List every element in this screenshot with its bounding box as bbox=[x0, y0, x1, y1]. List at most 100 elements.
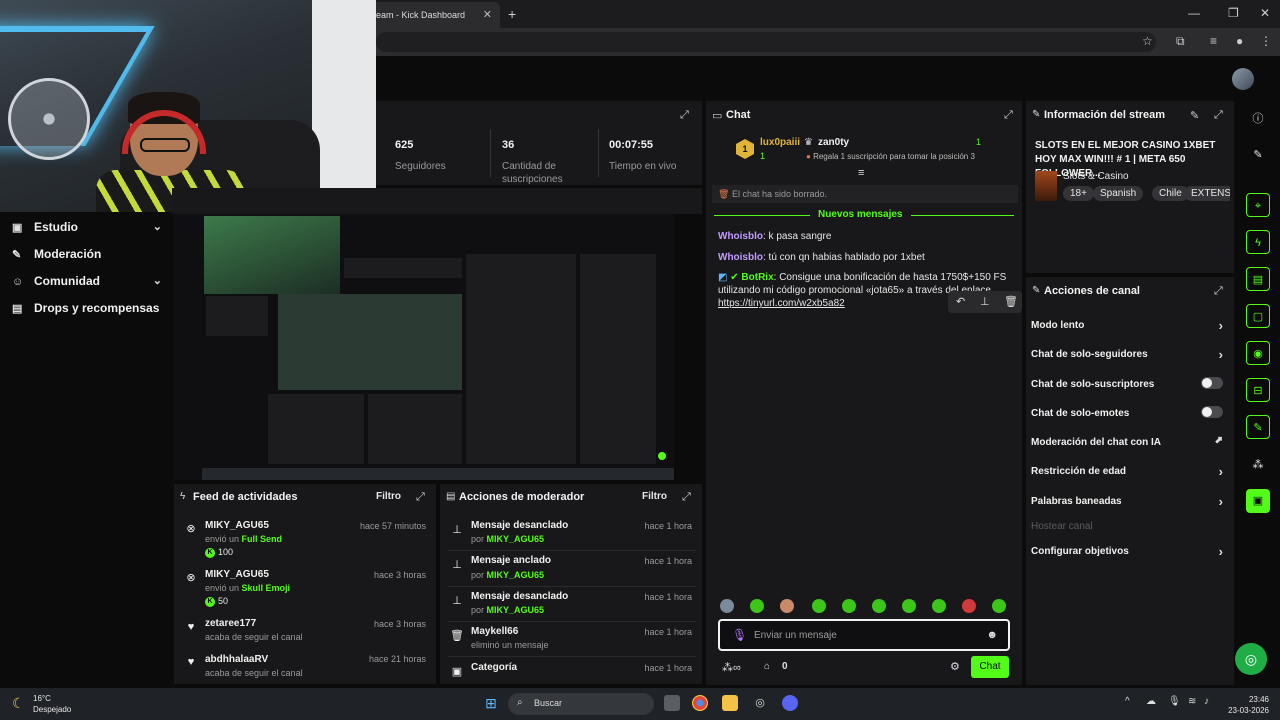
emote-icon[interactable] bbox=[872, 599, 886, 613]
action-configure-goals[interactable]: Configurar objetivos › bbox=[1031, 544, 1229, 559]
action-ai-moderation[interactable]: Moderación del chat con IA ⬈ bbox=[1031, 435, 1229, 448]
mic-icon[interactable]: 🎙 bbox=[732, 628, 747, 642]
filter-button[interactable]: Filtro bbox=[376, 491, 401, 502]
points-infinity-icon[interactable]: ⁂∞ bbox=[722, 661, 741, 674]
emote-icon[interactable] bbox=[842, 599, 856, 613]
task-view-icon[interactable] bbox=[664, 695, 680, 711]
feed-user[interactable]: zetaree177 bbox=[205, 618, 256, 629]
community-icon[interactable]: ⁂ bbox=[1246, 453, 1270, 477]
leaderboard-first-user[interactable]: lux0paiii bbox=[760, 137, 800, 148]
capture-icon[interactable]: ⌖ bbox=[1246, 193, 1270, 217]
mod-user[interactable]: MIKY_AGU65 bbox=[487, 570, 545, 580]
close-window-button[interactable]: ✕ bbox=[1260, 6, 1270, 20]
filter-button[interactable]: Filtro bbox=[642, 491, 667, 502]
expand-icon[interactable]: ⤢ bbox=[1004, 109, 1013, 122]
stream-preview[interactable] bbox=[174, 214, 674, 480]
maximize-button[interactable]: ❐ bbox=[1228, 6, 1239, 20]
cloud-icon[interactable]: ☁ bbox=[1146, 696, 1156, 707]
expand-icon[interactable]: ⤢ bbox=[680, 109, 689, 122]
taskbar-search[interactable]: ⌕ Buscar bbox=[508, 693, 654, 715]
chat-message[interactable]: Whoisblo: k pasa sangre bbox=[718, 230, 1014, 243]
minimize-button[interactable]: — bbox=[1188, 6, 1200, 20]
pencil-icon[interactable]: ✎ bbox=[1246, 143, 1270, 167]
sidebar-item-drops[interactable]: ▤ Drops y recompensas bbox=[12, 301, 162, 319]
expand-icon[interactable]: ⤢ bbox=[682, 491, 691, 504]
emote-icon[interactable] bbox=[780, 599, 794, 613]
action-followers-only[interactable]: Chat de solo-seguidores › bbox=[1031, 347, 1229, 362]
avatar[interactable] bbox=[1232, 68, 1254, 90]
volume-icon[interactable]: ♪ bbox=[1204, 696, 1209, 707]
emoji-icon[interactable]: ☻ bbox=[986, 629, 998, 641]
toggle-switch[interactable] bbox=[1201, 377, 1223, 389]
chat-message[interactable]: Whoisblo: tú con qn habias hablado por 1… bbox=[718, 251, 1014, 264]
feed-user[interactable]: MIKY_AGU65 bbox=[205, 520, 269, 531]
delete-icon[interactable]: 🗑 bbox=[1004, 295, 1018, 308]
help-chat-icon[interactable]: ◎ bbox=[1235, 643, 1267, 675]
chrome-icon[interactable] bbox=[692, 695, 708, 711]
notes-icon[interactable]: ▤ bbox=[1246, 267, 1270, 291]
edit-icon[interactable]: ✎ bbox=[1190, 109, 1199, 122]
chat-input[interactable]: 🎙 Enviar un mensaje ☻ bbox=[718, 619, 1010, 651]
send-chat-button[interactable]: Chat bbox=[971, 656, 1009, 678]
wrench-icon[interactable]: ✎ bbox=[1246, 415, 1270, 439]
weather-widget[interactable]: 16°C Despejado bbox=[33, 693, 71, 715]
action-subscribers-only[interactable]: Chat de solo-suscriptores bbox=[1031, 377, 1229, 390]
emote-icon[interactable] bbox=[932, 599, 946, 613]
taskbar-clock[interactable]: 23:46 23-03-2026 bbox=[1225, 694, 1269, 716]
emote-icon[interactable] bbox=[750, 599, 764, 613]
gear-icon[interactable]: ⚙ bbox=[950, 660, 960, 673]
collapse-leaderboard-icon[interactable]: ≡ bbox=[858, 167, 864, 179]
expand-icon[interactable]: ⤢ bbox=[416, 491, 425, 504]
bookmark-star-icon[interactable]: ☆ bbox=[1142, 34, 1153, 48]
emote-icon[interactable] bbox=[992, 599, 1006, 613]
sidebar-item-moderacion[interactable]: ✎ Moderación bbox=[12, 247, 162, 265]
expand-icon[interactable]: ⤢ bbox=[1214, 109, 1223, 122]
emote-icon[interactable] bbox=[902, 599, 916, 613]
mod-action[interactable]: Maykell66 bbox=[471, 626, 518, 637]
chat-username[interactable]: Whoisblo bbox=[718, 252, 763, 263]
sidebar-item-estudio[interactable]: ▣ Estudio ⌄ bbox=[12, 220, 162, 238]
toggle-switch[interactable] bbox=[1201, 406, 1223, 418]
feed-user[interactable]: MIKY_AGU65 bbox=[205, 569, 269, 580]
menu-icon[interactable]: ⋮ bbox=[1260, 34, 1272, 48]
file-explorer-icon[interactable] bbox=[722, 695, 738, 711]
emote-icon[interactable] bbox=[812, 599, 826, 613]
store-icon[interactable]: ⌂ bbox=[764, 661, 770, 672]
sidebar-item-comunidad[interactable]: ☺ Comunidad ⌄ bbox=[12, 274, 162, 292]
pin-icon[interactable]: ⊥ bbox=[980, 295, 990, 308]
extensions-icon[interactable]: ⧉ bbox=[1176, 34, 1185, 49]
feed-user[interactable]: abdhhalaaRV bbox=[205, 654, 268, 665]
chat-bubble-icon[interactable]: ▢ bbox=[1246, 304, 1270, 328]
emote-icon[interactable] bbox=[720, 599, 734, 613]
tab-close-icon[interactable]: ✕ bbox=[483, 8, 492, 21]
emote-icon[interactable] bbox=[962, 599, 976, 613]
chat-username[interactable]: BotRix bbox=[741, 272, 773, 283]
layout-icon[interactable]: ⊟ bbox=[1246, 378, 1270, 402]
info-icon[interactable]: ⓘ bbox=[1246, 107, 1270, 131]
chat-link[interactable]: https://tinyurl.com/w2xb5a82 bbox=[718, 298, 845, 309]
lightning-icon[interactable]: ϟ bbox=[1246, 230, 1270, 254]
chevron-up-icon[interactable]: ^ bbox=[1125, 696, 1130, 707]
mic-icon[interactable]: 🎙 bbox=[1168, 696, 1181, 707]
action-age-restriction[interactable]: Restricción de edad › bbox=[1031, 464, 1229, 479]
new-tab-button[interactable]: + bbox=[508, 6, 516, 22]
leaderboard-second-user[interactable]: zan0ty bbox=[818, 137, 849, 148]
chat-username[interactable]: Whoisblo bbox=[718, 231, 763, 242]
action-banned-words[interactable]: Palabras baneadas › bbox=[1031, 494, 1229, 509]
kick-app-icon[interactable]: ▣ bbox=[1246, 489, 1270, 513]
browser-tab[interactable]: eam - Kick Dashboard ✕ bbox=[368, 2, 500, 28]
discord-icon[interactable] bbox=[782, 695, 798, 711]
action-slow-mode[interactable]: Modo lento › bbox=[1031, 318, 1229, 333]
mod-user[interactable]: MIKY_AGU65 bbox=[487, 605, 545, 615]
windows-start-icon[interactable]: ⊞ bbox=[483, 695, 499, 711]
category-name[interactable]: Slots & Casino bbox=[1063, 171, 1129, 182]
wifi-icon[interactable]: ≋ bbox=[1188, 696, 1196, 707]
reading-list-icon[interactable]: ≡ bbox=[1210, 34, 1217, 48]
action-emotes-only[interactable]: Chat de solo-emotes bbox=[1031, 406, 1229, 419]
reply-icon[interactable]: ↶ bbox=[956, 295, 965, 308]
expand-icon[interactable]: ⤢ bbox=[1214, 285, 1223, 298]
profile-icon[interactable]: ● bbox=[1236, 34, 1243, 48]
broadcast-icon[interactable]: ◉ bbox=[1246, 341, 1270, 365]
url-field[interactable] bbox=[376, 32, 1156, 52]
obs-icon[interactable]: ◎ bbox=[752, 695, 768, 711]
